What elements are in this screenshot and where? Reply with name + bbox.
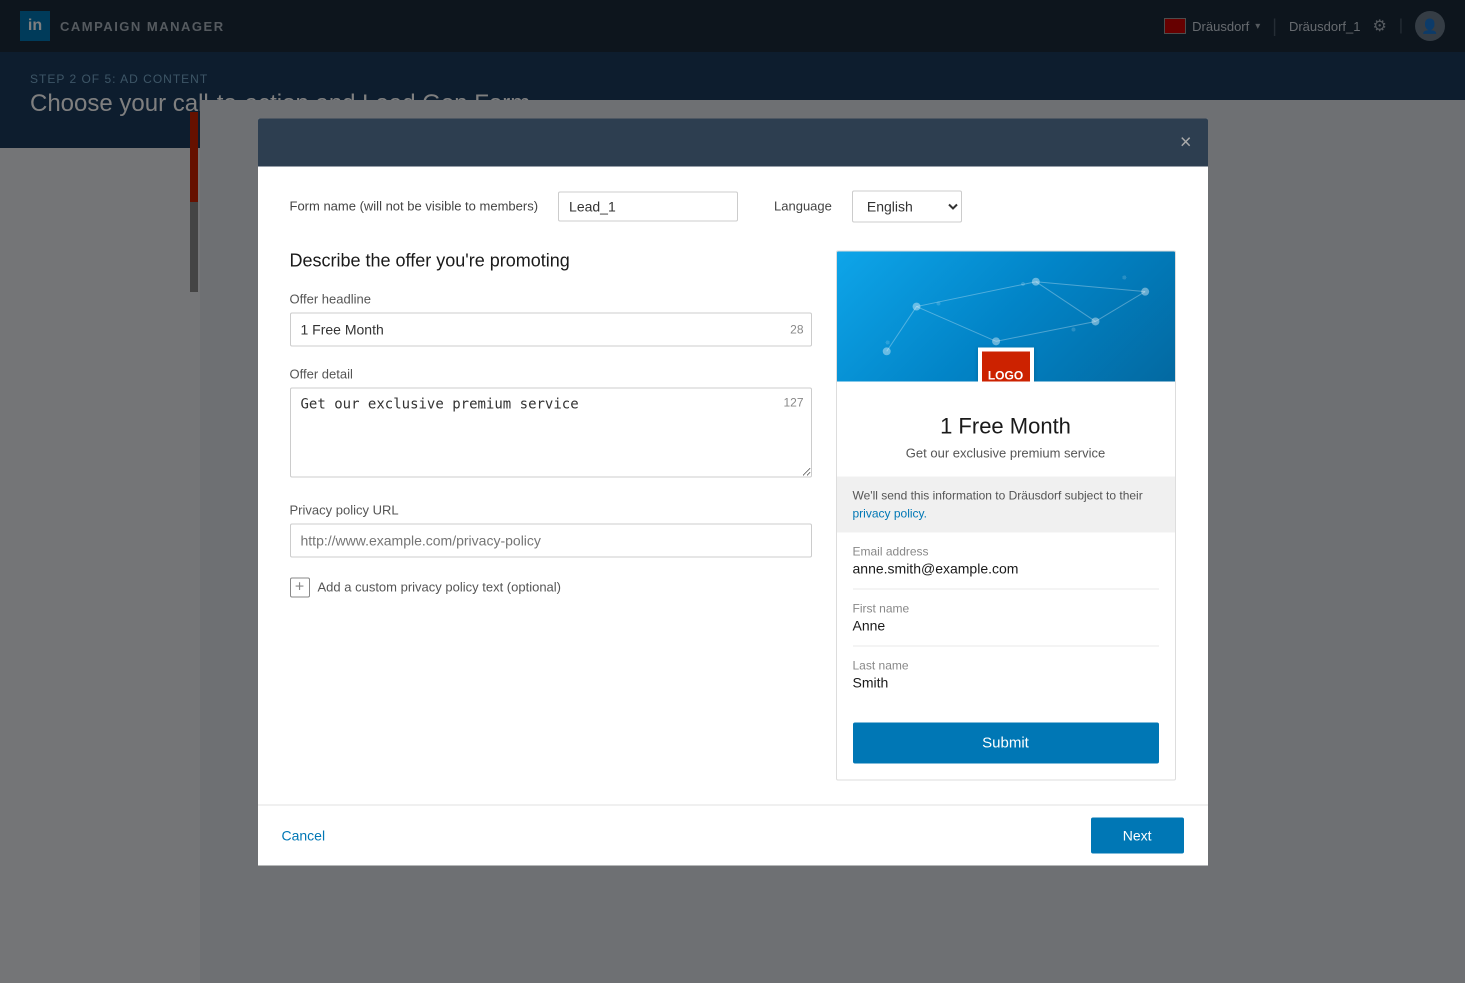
plus-icon[interactable]: + [290, 577, 310, 597]
add-privacy-text: Add a custom privacy policy text (option… [318, 580, 562, 595]
offer-detail-group: Offer detail Get our exclusive premium s… [290, 366, 812, 482]
offer-detail-char-count: 127 [783, 395, 803, 409]
offer-headline-char-count: 28 [790, 322, 803, 336]
preview-logo-wrap: LOGO [978, 347, 1034, 381]
preview-offer-detail: Get our exclusive premium service [853, 445, 1159, 460]
preview-first-name-group: First name Anne [853, 589, 1159, 646]
preview-body: 1 Free Month Get our exclusive premium s… [837, 381, 1175, 476]
modal-body: Form name (will not be visible to member… [258, 166, 1208, 804]
modal-header: × [258, 118, 1208, 166]
offer-headline-group: Offer headline 28 [290, 291, 812, 346]
section-title: Describe the offer you're promoting [290, 250, 812, 271]
right-column: LOGO 1 Free Month Get our exclusive prem… [836, 250, 1176, 780]
offer-detail-label: Offer detail [290, 366, 812, 381]
preview-first-name-label: First name [853, 601, 1159, 615]
next-button[interactable]: Next [1091, 817, 1184, 853]
preview-email-label: Email address [853, 544, 1159, 558]
offer-headline-wrap: 28 [290, 312, 812, 346]
left-column: Describe the offer you're promoting Offe… [290, 250, 812, 780]
preview-card: LOGO 1 Free Month Get our exclusive prem… [836, 250, 1176, 780]
cancel-button[interactable]: Cancel [282, 819, 326, 851]
offer-detail-wrap: Get our exclusive premium service 127 [290, 387, 812, 482]
preview-last-name-label: Last name [853, 658, 1159, 672]
form-name-input[interactable] [558, 191, 738, 221]
close-button[interactable]: × [1180, 132, 1192, 152]
privacy-policy-input[interactable] [290, 523, 812, 557]
modal-dialog: × Form name (will not be visible to memb… [258, 118, 1208, 865]
preview-last-name-group: Last name Smith [853, 646, 1159, 702]
privacy-policy-label: Privacy policy URL [290, 502, 812, 517]
preview-offer-title: 1 Free Month [853, 413, 1159, 439]
offer-headline-input[interactable] [290, 312, 812, 346]
preview-fields: Email address anne.smith@example.com Fir… [837, 532, 1175, 718]
preview-email-value: anne.smith@example.com [853, 560, 1159, 576]
modal-footer: Cancel Next [258, 804, 1208, 865]
offer-headline-label: Offer headline [290, 291, 812, 306]
preview-last-name-value: Smith [853, 674, 1159, 690]
privacy-policy-link[interactable]: privacy policy. [853, 506, 927, 520]
privacy-policy-group: Privacy policy URL [290, 502, 812, 557]
add-privacy-row[interactable]: + Add a custom privacy policy text (opti… [290, 577, 812, 597]
language-select[interactable]: English French German Spanish [852, 190, 962, 222]
form-name-label: Form name (will not be visible to member… [290, 199, 539, 214]
form-name-row: Form name (will not be visible to member… [290, 190, 1176, 222]
preview-submit-button[interactable]: Submit [853, 722, 1159, 763]
preview-first-name-value: Anne [853, 617, 1159, 633]
offer-detail-textarea[interactable]: Get our exclusive premium service [290, 387, 812, 477]
preview-header-image: LOGO [837, 251, 1175, 381]
preview-email-group: Email address anne.smith@example.com [853, 532, 1159, 589]
two-col-layout: Describe the offer you're promoting Offe… [290, 250, 1176, 780]
preview-info-bar: We'll send this information to Dräusdorf… [837, 476, 1175, 532]
language-label: Language [774, 199, 832, 214]
preview-logo: LOGO [982, 351, 1030, 381]
